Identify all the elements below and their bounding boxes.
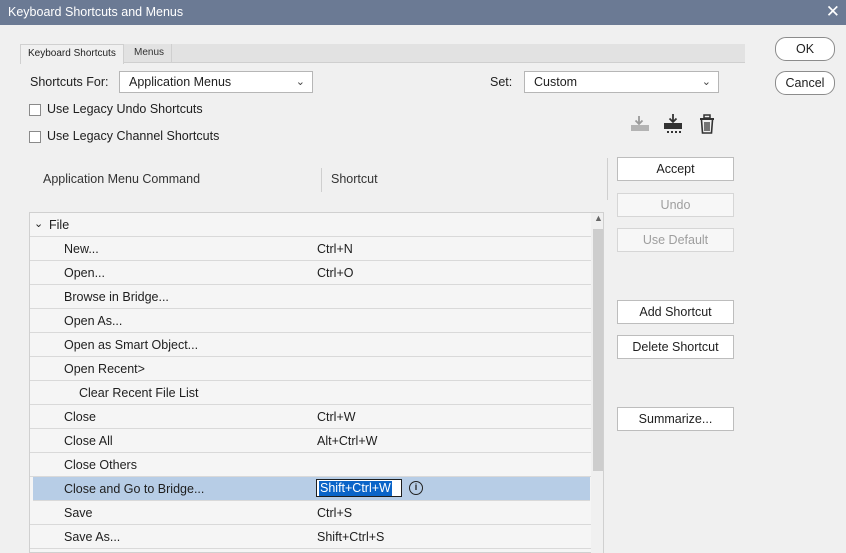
command-label: Clear Recent File List bbox=[79, 386, 199, 400]
table-row[interactable]: Open... Ctrl+O bbox=[30, 261, 591, 285]
scroll-up-icon[interactable]: ▲ bbox=[594, 213, 603, 223]
column-divider bbox=[321, 168, 322, 192]
group-row-file[interactable]: ⌄ File bbox=[30, 213, 591, 237]
table-row[interactable]: Close All Alt+Ctrl+W bbox=[30, 429, 591, 453]
chevron-down-icon: ⌄ bbox=[295, 76, 305, 88]
shortcut-list: ⌄ File New... Ctrl+N Open... Ctrl+O Brow… bbox=[29, 212, 604, 553]
group-label: File bbox=[49, 218, 70, 232]
shortcut-value[interactable]: Shift+Ctrl+S bbox=[317, 530, 384, 544]
legacy-undo-checkbox[interactable] bbox=[29, 104, 41, 116]
shortcuts-for-label: Shortcuts For: bbox=[30, 75, 109, 89]
tab-bar: Keyboard Shortcuts Menus bbox=[20, 44, 745, 64]
shortcut-value[interactable]: Ctrl+W bbox=[317, 410, 356, 424]
command-label: Close All bbox=[64, 434, 113, 448]
chevron-down-icon: ⌄ bbox=[701, 76, 711, 88]
add-shortcut-button[interactable]: Add Shortcut bbox=[617, 300, 734, 324]
shortcut-edit-value: Shift+Ctrl+W bbox=[319, 481, 392, 496]
shortcut-value[interactable]: Ctrl+N bbox=[317, 242, 353, 256]
summarize-button[interactable]: Summarize... bbox=[617, 407, 734, 431]
legacy-channel-label: Use Legacy Channel Shortcuts bbox=[47, 129, 220, 143]
use-default-button[interactable]: Use Default bbox=[617, 228, 734, 252]
table-row[interactable]: Browse in Bridge... bbox=[30, 285, 591, 309]
shortcuts-for-value: Application Menus bbox=[129, 75, 232, 89]
command-label: Close bbox=[64, 410, 96, 424]
info-icon[interactable]: i bbox=[409, 481, 423, 495]
table-row-selected[interactable]: Close and Go to Bridge... Shift+Ctrl+W i bbox=[33, 477, 590, 501]
shortcut-value[interactable]: Alt+Ctrl+W bbox=[317, 434, 377, 448]
panel-divider bbox=[607, 158, 608, 200]
scrollbar-thumb[interactable] bbox=[593, 229, 603, 471]
command-label: Save As... bbox=[64, 530, 121, 544]
command-label: Close Others bbox=[64, 458, 137, 472]
save-set-as-icon[interactable] bbox=[662, 112, 686, 136]
command-label: Open Recent> bbox=[64, 362, 145, 376]
table-row[interactable]: Close Ctrl+W bbox=[30, 405, 591, 429]
shortcut-column-header: Shortcut bbox=[331, 172, 378, 186]
shortcut-edit-field[interactable]: Shift+Ctrl+W bbox=[316, 479, 402, 497]
title-bar: Keyboard Shortcuts and Menus ✕ bbox=[0, 0, 846, 25]
window-title: Keyboard Shortcuts and Menus bbox=[8, 5, 184, 19]
table-row[interactable]: Close Others bbox=[30, 453, 591, 477]
set-value: Custom bbox=[534, 75, 578, 89]
table-row[interactable]: Save Ctrl+S bbox=[30, 501, 591, 525]
shortcuts-for-dropdown[interactable]: Application Menus ⌄ bbox=[119, 71, 313, 93]
cancel-button[interactable]: Cancel bbox=[775, 71, 835, 95]
tab-menus[interactable]: Menus bbox=[127, 44, 173, 62]
shortcut-value[interactable]: Ctrl+O bbox=[317, 266, 353, 280]
command-label: Save bbox=[64, 506, 93, 520]
command-label: Open... bbox=[64, 266, 105, 280]
save-set-icon[interactable] bbox=[628, 112, 652, 136]
table-row[interactable]: New... Ctrl+N bbox=[30, 237, 591, 261]
command-label: Open As... bbox=[64, 314, 123, 328]
chevron-down-icon[interactable]: ⌄ bbox=[34, 217, 43, 230]
command-label: New... bbox=[64, 242, 99, 256]
shortcut-value[interactable]: Ctrl+S bbox=[317, 506, 352, 520]
table-row[interactable]: Open As... bbox=[30, 309, 591, 333]
table-row[interactable]: Clear Recent File List bbox=[30, 381, 591, 405]
command-label: Close and Go to Bridge... bbox=[64, 482, 205, 496]
tab-keyboard-shortcuts[interactable]: Keyboard Shortcuts bbox=[20, 44, 124, 64]
ok-button[interactable]: OK bbox=[775, 37, 835, 61]
command-label: Open as Smart Object... bbox=[64, 338, 199, 352]
delete-set-icon[interactable] bbox=[695, 112, 719, 136]
set-label: Set: bbox=[490, 75, 513, 89]
command-column-header: Application Menu Command bbox=[43, 172, 201, 186]
table-row[interactable]: Open as Smart Object... bbox=[30, 333, 591, 357]
accept-button[interactable]: Accept bbox=[617, 157, 734, 181]
undo-button[interactable]: Undo bbox=[617, 193, 734, 217]
legacy-undo-label: Use Legacy Undo Shortcuts bbox=[47, 102, 203, 116]
delete-shortcut-button[interactable]: Delete Shortcut bbox=[617, 335, 734, 359]
close-icon[interactable]: ✕ bbox=[826, 2, 840, 22]
legacy-channel-checkbox[interactable] bbox=[29, 131, 41, 143]
table-row[interactable]: Save As... Shift+Ctrl+S bbox=[30, 525, 591, 549]
command-label: Browse in Bridge... bbox=[64, 290, 169, 304]
table-row[interactable]: Open Recent> bbox=[30, 357, 591, 381]
set-dropdown[interactable]: Custom ⌄ bbox=[524, 71, 719, 93]
